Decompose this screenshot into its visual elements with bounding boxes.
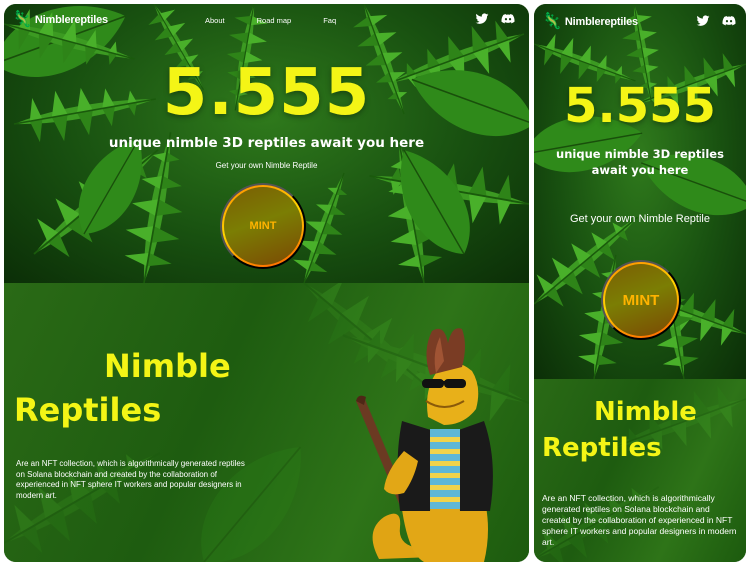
brand-name: Nimblereptiles: [34, 14, 108, 26]
mobile-hero-section: 🦎 Nimblereptiles 5.555 unique nimble 3D …: [534, 4, 746, 379]
brand-logo[interactable]: 🦎 Nimblereptiles: [12, 12, 108, 28]
mobile-reptile-count: 5.555: [564, 78, 716, 134]
mobile-hero-tagline: unique nimble 3D reptiles await you here: [556, 147, 724, 177]
about-section: Nimble Reptiles Are an NFT collection, w…: [4, 283, 529, 562]
mobile-about-title-line-1: Nimble: [594, 397, 697, 427]
hero-tagline: unique nimble 3D reptiles await you here: [108, 135, 425, 151]
top-nav: About Road map Faq: [205, 16, 336, 25]
mint-button[interactable]: MINT: [220, 183, 306, 269]
hero-section: 🦎 Nimblereptiles About Road map Faq 5.55…: [4, 4, 529, 283]
hero-subtitle: Get your own Nimble Reptile: [215, 161, 318, 170]
social-links: [475, 12, 515, 26]
twitter-icon[interactable]: [475, 12, 489, 26]
nav-about[interactable]: About: [205, 16, 225, 25]
chameleon-logo-icon: 🦎: [12, 11, 32, 28]
reptile-count: 5.555: [162, 56, 371, 130]
desktop-preview: 🦎 Nimblereptiles About Road map Faq 5.55…: [4, 4, 529, 562]
twitter-icon[interactable]: [696, 14, 710, 28]
mobile-hero-subtitle: Get your own Nimble Reptile: [569, 213, 710, 225]
mobile-brand-logo[interactable]: 🦎 Nimblereptiles: [542, 14, 638, 30]
reptile-mascot-image: [356, 328, 493, 562]
mobile-social-links: [696, 14, 736, 28]
mobile-about-description: Are an NFT collection, which is algorith…: [542, 493, 737, 547]
about-title-line-1: Nimble: [104, 347, 231, 385]
mobile-mint-button[interactable]: MINT: [601, 260, 681, 340]
chameleon-logo-icon: 🦎: [542, 13, 562, 30]
discord-icon[interactable]: [501, 12, 515, 26]
about-title-line-2: Reptiles: [14, 391, 162, 429]
mobile-preview: 🦎 Nimblereptiles 5.555 unique nimble 3D …: [534, 4, 746, 562]
mobile-about-title-line-2: Reptiles: [542, 433, 662, 463]
nav-faq[interactable]: Faq: [323, 16, 336, 25]
discord-icon[interactable]: [722, 14, 736, 28]
mobile-brand-name: Nimblereptiles: [564, 16, 638, 28]
about-description: Are an NFT collection, which is algorith…: [16, 459, 245, 500]
mobile-about-section: Nimble Reptiles Are an NFT collection, w…: [534, 379, 746, 562]
mobile-mint-button-label: MINT: [605, 264, 677, 336]
nav-road-map[interactable]: Road map: [257, 16, 292, 25]
mint-button-label: MINT: [224, 187, 302, 265]
